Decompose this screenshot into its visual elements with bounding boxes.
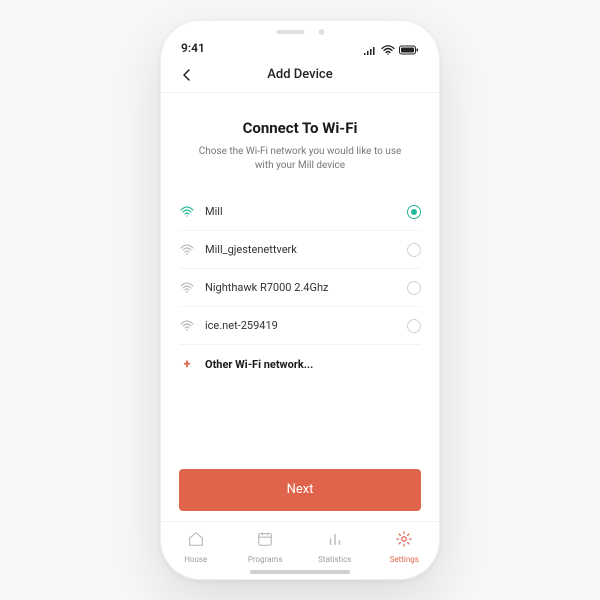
wifi-icon — [179, 206, 195, 218]
wifi-row-2[interactable]: Nighthawk R7000 2.4Ghz — [179, 269, 421, 307]
tab-icon — [187, 530, 205, 552]
wifi-row-1[interactable]: Mill_gjestenettverk — [179, 231, 421, 269]
tab-house[interactable]: House — [161, 522, 231, 571]
page-subheading: Chose the Wi-Fi network you would like t… — [179, 145, 421, 173]
wifi-name: ice.net-259419 — [205, 319, 397, 332]
tab-icon — [326, 530, 344, 552]
home-indicator — [250, 570, 350, 574]
wifi-icon — [179, 244, 195, 256]
content: Connect To Wi-Fi Chose the Wi-Fi network… — [161, 93, 439, 521]
tab-statistics[interactable]: Statistics — [300, 522, 370, 571]
radio-indicator — [407, 281, 421, 295]
tab-label: Programs — [248, 555, 283, 564]
tab-settings[interactable]: Settings — [370, 522, 440, 571]
spacer — [179, 383, 421, 469]
wifi-name: Mill — [205, 205, 397, 218]
tab-label: Settings — [390, 555, 419, 564]
tab-icon — [256, 530, 274, 552]
cellular-icon — [363, 45, 377, 55]
wifi-icon — [179, 320, 195, 332]
tab-label: House — [184, 555, 207, 564]
battery-icon — [399, 45, 419, 55]
radio-indicator — [407, 243, 421, 257]
back-button[interactable] — [177, 65, 197, 85]
other-network-label: Other Wi-Fi network... — [205, 358, 421, 371]
other-network-row[interactable]: + Other Wi-Fi network... — [179, 345, 421, 383]
wifi-row-0[interactable]: Mill — [179, 193, 421, 231]
next-button[interactable]: Next — [179, 469, 421, 511]
wifi-name: Nighthawk R7000 2.4Ghz — [205, 281, 397, 294]
status-time: 9:41 — [181, 41, 205, 55]
wifi-row-3[interactable]: ice.net-259419 — [179, 307, 421, 345]
plus-icon: + — [179, 357, 195, 372]
tab-programs[interactable]: Programs — [231, 522, 301, 571]
chevron-left-icon — [182, 68, 192, 82]
wifi-icon — [179, 282, 195, 294]
wifi-list: Mill Mill_gjestenettverk Nighthawk R7000 2… — [179, 193, 421, 383]
page-heading: Connect To Wi-Fi — [179, 119, 421, 137]
wifi-name: Mill_gjestenettverk — [205, 243, 397, 256]
phone-frame: 9:41 Add Device Connect To Wi-Fi Chose t… — [160, 20, 440, 580]
tab-label: Statistics — [318, 555, 351, 564]
radio-indicator — [407, 205, 421, 219]
tab-icon — [395, 530, 413, 552]
wifi-status-icon — [381, 45, 395, 55]
navbar-title: Add Device — [267, 67, 332, 82]
notch — [243, 21, 358, 43]
navbar: Add Device — [161, 57, 439, 93]
status-icons — [363, 45, 419, 55]
radio-indicator — [407, 319, 421, 333]
